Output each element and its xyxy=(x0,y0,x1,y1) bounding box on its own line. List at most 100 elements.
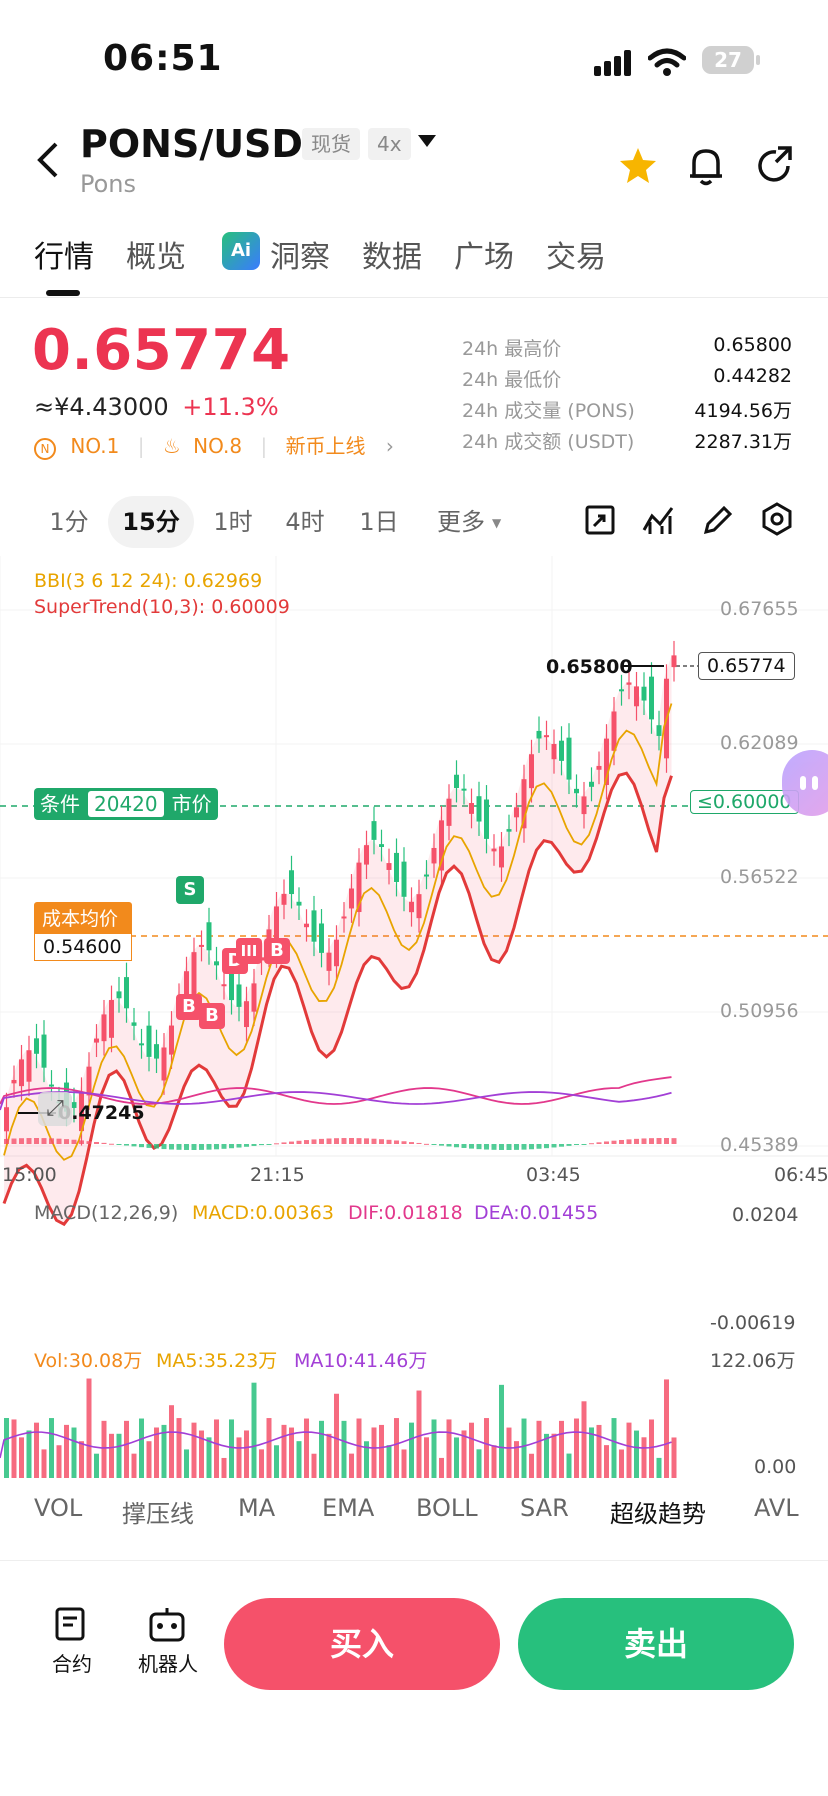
macd-histogram-bar xyxy=(439,1144,444,1146)
indicator-tab-ma[interactable]: MA xyxy=(238,1494,275,1522)
chevron-right-icon[interactable]: › xyxy=(386,434,394,458)
macd-histogram-bar xyxy=(79,1140,84,1144)
candle-body xyxy=(424,874,429,877)
macd-histogram-bar xyxy=(289,1141,294,1144)
candle-body xyxy=(364,845,369,865)
candle-body xyxy=(469,802,474,814)
share-icon[interactable] xyxy=(756,146,794,188)
sell-button[interactable]: 卖出 xyxy=(518,1598,794,1690)
volume-bar xyxy=(214,1419,219,1478)
signal-icon xyxy=(594,50,631,76)
indicator-tab-boll[interactable]: BOLL xyxy=(416,1494,478,1522)
volume-bar xyxy=(184,1449,189,1478)
volume-bar xyxy=(454,1437,459,1478)
volume-bar xyxy=(386,1445,392,1478)
tab-overview[interactable]: 概览 xyxy=(126,232,186,276)
candle-body xyxy=(154,1044,159,1059)
back-icon[interactable] xyxy=(34,140,60,191)
tab-indicator xyxy=(46,290,80,296)
x-axis-label: 06:45 xyxy=(774,1164,828,1186)
volume-bar xyxy=(229,1419,234,1478)
timeframe-15m[interactable]: 15分 xyxy=(108,496,194,548)
indicator-tab-support[interactable]: 撑压线 xyxy=(122,1494,194,1529)
rank-no1[interactable]: NO.1 xyxy=(70,434,119,458)
volume-bar xyxy=(401,1449,407,1478)
volume-bar xyxy=(349,1453,354,1478)
macd-histogram-bar xyxy=(56,1138,62,1144)
volume-bar xyxy=(431,1419,437,1478)
volume-bar xyxy=(4,1418,9,1478)
macd-histogram-bar xyxy=(349,1138,354,1144)
buy-button[interactable]: 买入 xyxy=(224,1598,500,1690)
kline-chart[interactable] xyxy=(0,556,828,1556)
tab-square[interactable]: 广场 xyxy=(454,232,514,276)
macd-histogram-bar xyxy=(326,1138,332,1144)
cost-value: 0.54600 xyxy=(34,933,132,961)
tab-market[interactable]: 行情 xyxy=(34,232,94,276)
volume-bar xyxy=(469,1422,474,1478)
timeframe-1d[interactable]: 1日 xyxy=(348,496,410,548)
assistant-bubble[interactable] xyxy=(782,750,828,816)
candle-body xyxy=(191,952,197,996)
favorite-star-icon[interactable] xyxy=(618,146,658,188)
candle-body xyxy=(311,910,317,942)
timeframe-4h[interactable]: 4时 xyxy=(274,496,336,548)
macd-histogram-bar xyxy=(34,1138,39,1144)
new-listing[interactable]: 新币上线 xyxy=(286,434,366,458)
candle-body xyxy=(656,725,662,736)
timeframe-1m[interactable]: 1分 xyxy=(38,496,100,548)
volume-bar xyxy=(101,1420,107,1478)
volume-bar xyxy=(236,1437,242,1478)
tab-insight[interactable]: 洞察 xyxy=(270,232,330,276)
indicator-tab-avl[interactable]: AVL xyxy=(754,1494,799,1522)
macd-histogram-bar xyxy=(154,1144,159,1149)
volume-bar xyxy=(424,1437,429,1478)
candle-body xyxy=(206,922,212,951)
volume-bar xyxy=(191,1422,197,1478)
indicator-tab-supertrend[interactable]: 超级趋势 xyxy=(610,1494,706,1529)
indicator-icon[interactable] xyxy=(642,504,676,540)
rank-no8[interactable]: NO.8 xyxy=(193,434,242,458)
stat-value: 2287.31万 xyxy=(694,431,792,453)
candle-body xyxy=(281,893,287,905)
volume-bar xyxy=(41,1449,47,1478)
candle-body xyxy=(401,861,407,897)
tab-data[interactable]: 数据 xyxy=(362,232,422,276)
indicator-tab-vol[interactable]: VOL xyxy=(34,1494,82,1522)
volume-bar xyxy=(649,1419,654,1478)
candle-body xyxy=(214,961,219,966)
contract-button[interactable]: 合约 xyxy=(32,1648,112,1677)
tab-trade[interactable]: 交易 xyxy=(546,232,606,276)
bell-icon[interactable] xyxy=(688,146,724,190)
cost-average-tag[interactable]: 成本均价 0.54600 xyxy=(34,902,132,966)
volume-bar xyxy=(206,1437,212,1478)
robot-icon[interactable] xyxy=(148,1606,186,1646)
candle-body xyxy=(499,846,504,868)
indicator-tab-sar[interactable]: SAR xyxy=(520,1494,569,1522)
indicator-tab-ema[interactable]: EMA xyxy=(322,1494,374,1522)
timeframe-1h[interactable]: 1时 xyxy=(202,496,264,548)
volume-bar xyxy=(86,1378,92,1478)
macd-histogram-bar xyxy=(259,1144,264,1146)
candle-body xyxy=(199,944,204,947)
settings-gear-icon[interactable] xyxy=(760,502,794,540)
expand-icon[interactable]: ⤢ xyxy=(38,1092,72,1126)
bot-button[interactable]: 机器人 xyxy=(128,1648,208,1677)
fullscreen-icon[interactable] xyxy=(584,504,616,540)
pair-title[interactable]: PONS/USDT xyxy=(80,122,329,166)
candle-body xyxy=(491,848,497,852)
y-axis-label: 0.56522 xyxy=(720,866,799,888)
candle-body xyxy=(574,788,579,794)
candle-body xyxy=(544,735,549,738)
macd-histogram-bar xyxy=(401,1141,407,1144)
condition-order-tag[interactable]: 条件 20420 市价 xyxy=(34,788,218,820)
macd-histogram-bar xyxy=(469,1144,474,1149)
timeframe-more[interactable]: 更多 xyxy=(426,496,496,548)
contract-icon[interactable] xyxy=(54,1606,88,1646)
pair-dropdown-icon[interactable] xyxy=(418,134,436,153)
candle-body xyxy=(626,682,632,685)
stat-label: 24h 成交量 (PONS) xyxy=(462,400,635,422)
macd-histogram-bar xyxy=(371,1138,377,1144)
draw-pen-icon[interactable] xyxy=(702,504,734,540)
candle-body xyxy=(529,754,534,789)
